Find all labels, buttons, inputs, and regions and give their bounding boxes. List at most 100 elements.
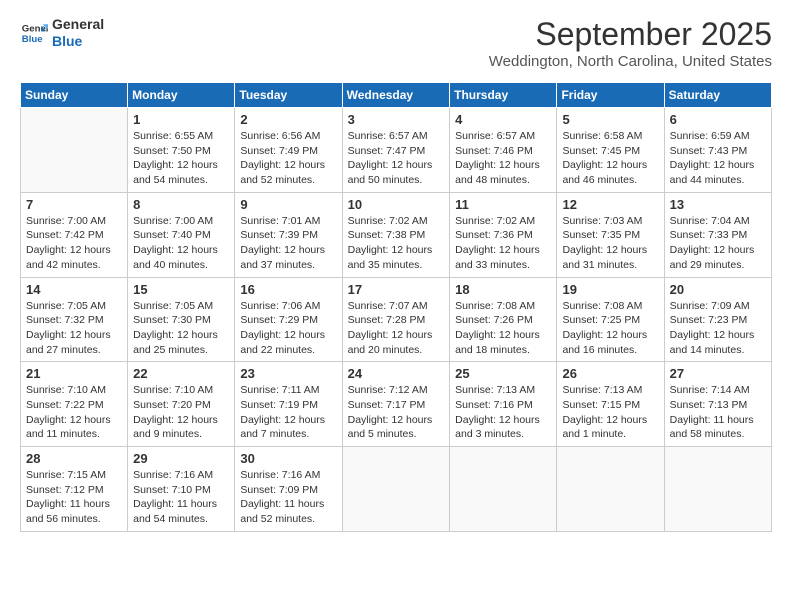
calendar-cell: 23 Sunrise: 7:11 AMSunset: 7:19 PMDayligh… (235, 362, 342, 447)
day-number: 10 (348, 197, 445, 212)
day-info: Sunrise: 7:15 AMSunset: 7:12 PMDaylight:… (26, 468, 122, 527)
day-header-tuesday: Tuesday (235, 83, 342, 108)
day-info: Sunrise: 7:07 AMSunset: 7:28 PMDaylight:… (348, 299, 445, 358)
calendar-cell (664, 447, 771, 532)
calendar-cell: 2 Sunrise: 6:56 AMSunset: 7:49 PMDaylight… (235, 108, 342, 193)
day-info: Sunrise: 6:57 AMSunset: 7:46 PMDaylight:… (455, 129, 551, 188)
day-number: 2 (240, 112, 336, 127)
day-number: 29 (133, 451, 229, 466)
day-number: 20 (670, 282, 766, 297)
day-number: 27 (670, 366, 766, 381)
day-number: 6 (670, 112, 766, 127)
day-header-saturday: Saturday (664, 83, 771, 108)
day-header-sunday: Sunday (21, 83, 128, 108)
day-number: 5 (562, 112, 658, 127)
day-number: 24 (348, 366, 445, 381)
day-number: 23 (240, 366, 336, 381)
day-info: Sunrise: 7:02 AMSunset: 7:38 PMDaylight:… (348, 214, 445, 273)
day-info: Sunrise: 7:06 AMSunset: 7:29 PMDaylight:… (240, 299, 336, 358)
day-number: 13 (670, 197, 766, 212)
day-info: Sunrise: 7:02 AMSunset: 7:36 PMDaylight:… (455, 214, 551, 273)
day-number: 7 (26, 197, 122, 212)
calendar-cell: 5 Sunrise: 6:58 AMSunset: 7:45 PMDaylight… (557, 108, 664, 193)
logo: General Blue General Blue (20, 16, 104, 50)
calendar-cell: 16 Sunrise: 7:06 AMSunset: 7:29 PMDayligh… (235, 277, 342, 362)
day-info: Sunrise: 6:55 AMSunset: 7:50 PMDaylight:… (133, 129, 229, 188)
calendar-cell (21, 108, 128, 193)
day-number: 3 (348, 112, 445, 127)
day-number: 25 (455, 366, 551, 381)
calendar-cell: 6 Sunrise: 6:59 AMSunset: 7:43 PMDaylight… (664, 108, 771, 193)
day-number: 18 (455, 282, 551, 297)
calendar-cell: 20 Sunrise: 7:09 AMSunset: 7:23 PMDayligh… (664, 277, 771, 362)
header: General Blue General Blue September 2025… (20, 16, 772, 70)
title-area: September 2025 Weddington, North Carolin… (489, 16, 772, 70)
day-info: Sunrise: 7:14 AMSunset: 7:13 PMDaylight:… (670, 383, 766, 442)
day-info: Sunrise: 7:08 AMSunset: 7:25 PMDaylight:… (562, 299, 658, 358)
day-info: Sunrise: 6:56 AMSunset: 7:49 PMDaylight:… (240, 129, 336, 188)
calendar-cell (342, 447, 450, 532)
day-info: Sunrise: 7:08 AMSunset: 7:26 PMDaylight:… (455, 299, 551, 358)
day-info: Sunrise: 7:16 AMSunset: 7:09 PMDaylight:… (240, 468, 336, 527)
day-number: 21 (26, 366, 122, 381)
calendar-cell: 4 Sunrise: 6:57 AMSunset: 7:46 PMDaylight… (450, 108, 557, 193)
day-info: Sunrise: 6:59 AMSunset: 7:43 PMDaylight:… (670, 129, 766, 188)
calendar-cell: 1 Sunrise: 6:55 AMSunset: 7:50 PMDaylight… (128, 108, 235, 193)
calendar-cell: 17 Sunrise: 7:07 AMSunset: 7:28 PMDayligh… (342, 277, 450, 362)
day-info: Sunrise: 7:13 AMSunset: 7:16 PMDaylight:… (455, 383, 551, 442)
calendar-cell: 18 Sunrise: 7:08 AMSunset: 7:26 PMDayligh… (450, 277, 557, 362)
day-number: 15 (133, 282, 229, 297)
calendar-cell: 10 Sunrise: 7:02 AMSunset: 7:38 PMDayligh… (342, 192, 450, 277)
calendar-cell: 25 Sunrise: 7:13 AMSunset: 7:16 PMDayligh… (450, 362, 557, 447)
day-number: 11 (455, 197, 551, 212)
day-number: 28 (26, 451, 122, 466)
calendar-cell: 11 Sunrise: 7:02 AMSunset: 7:36 PMDayligh… (450, 192, 557, 277)
day-number: 26 (562, 366, 658, 381)
day-number: 19 (562, 282, 658, 297)
calendar-cell: 12 Sunrise: 7:03 AMSunset: 7:35 PMDayligh… (557, 192, 664, 277)
calendar-cell: 19 Sunrise: 7:08 AMSunset: 7:25 PMDayligh… (557, 277, 664, 362)
day-header-friday: Friday (557, 83, 664, 108)
calendar-cell: 29Sunrise: 7:16 AMSunset: 7:10 PMDayligh… (128, 447, 235, 532)
svg-text:Blue: Blue (22, 34, 43, 45)
day-info: Sunrise: 7:13 AMSunset: 7:15 PMDaylight:… (562, 383, 658, 442)
day-number: 14 (26, 282, 122, 297)
day-header-monday: Monday (128, 83, 235, 108)
calendar-cell (557, 447, 664, 532)
logo-line2: Blue (52, 33, 104, 50)
logo-line1: General (52, 16, 104, 33)
calendar-cell: 14 Sunrise: 7:05 AMSunset: 7:32 PMDayligh… (21, 277, 128, 362)
calendar-cell: 15Sunrise: 7:05 AMSunset: 7:30 PMDayligh… (128, 277, 235, 362)
day-info: Sunrise: 7:11 AMSunset: 7:19 PMDaylight:… (240, 383, 336, 442)
day-number: 9 (240, 197, 336, 212)
day-info: Sunrise: 7:12 AMSunset: 7:17 PMDaylight:… (348, 383, 445, 442)
calendar-cell: 24 Sunrise: 7:12 AMSunset: 7:17 PMDayligh… (342, 362, 450, 447)
day-number: 12 (562, 197, 658, 212)
location-title: Weddington, North Carolina, United State… (489, 53, 772, 70)
day-info: Sunrise: 7:10 AMSunset: 7:20 PMDaylight:… (133, 383, 229, 442)
day-header-wednesday: Wednesday (342, 83, 450, 108)
calendar-cell: 26 Sunrise: 7:13 AMSunset: 7:15 PMDayligh… (557, 362, 664, 447)
calendar-cell: 7Sunrise: 7:00 AMSunset: 7:42 PMDaylight… (21, 192, 128, 277)
day-info: Sunrise: 7:04 AMSunset: 7:33 PMDaylight:… (670, 214, 766, 273)
calendar-cell: 28 Sunrise: 7:15 AMSunset: 7:12 PMDayligh… (21, 447, 128, 532)
day-number: 4 (455, 112, 551, 127)
day-number: 8 (133, 197, 229, 212)
month-title: September 2025 (489, 16, 772, 53)
calendar-cell: 9Sunrise: 7:01 AMSunset: 7:39 PMDaylight… (235, 192, 342, 277)
day-number: 16 (240, 282, 336, 297)
day-info: Sunrise: 7:05 AMSunset: 7:32 PMDaylight:… (26, 299, 122, 358)
day-info: Sunrise: 7:00 AMSunset: 7:40 PMDaylight:… (133, 214, 229, 273)
calendar-cell: 30Sunrise: 7:16 AMSunset: 7:09 PMDayligh… (235, 447, 342, 532)
day-number: 17 (348, 282, 445, 297)
day-info: Sunrise: 7:03 AMSunset: 7:35 PMDaylight:… (562, 214, 658, 273)
day-header-thursday: Thursday (450, 83, 557, 108)
day-info: Sunrise: 7:10 AMSunset: 7:22 PMDaylight:… (26, 383, 122, 442)
logo-icon: General Blue (20, 19, 48, 47)
day-number: 1 (133, 112, 229, 127)
calendar-cell: 8 Sunrise: 7:00 AMSunset: 7:40 PMDaylight… (128, 192, 235, 277)
day-info: Sunrise: 6:58 AMSunset: 7:45 PMDaylight:… (562, 129, 658, 188)
calendar: SundayMondayTuesdayWednesdayThursdayFrid… (20, 82, 772, 532)
day-info: Sunrise: 6:57 AMSunset: 7:47 PMDaylight:… (348, 129, 445, 188)
day-info: Sunrise: 7:09 AMSunset: 7:23 PMDaylight:… (670, 299, 766, 358)
